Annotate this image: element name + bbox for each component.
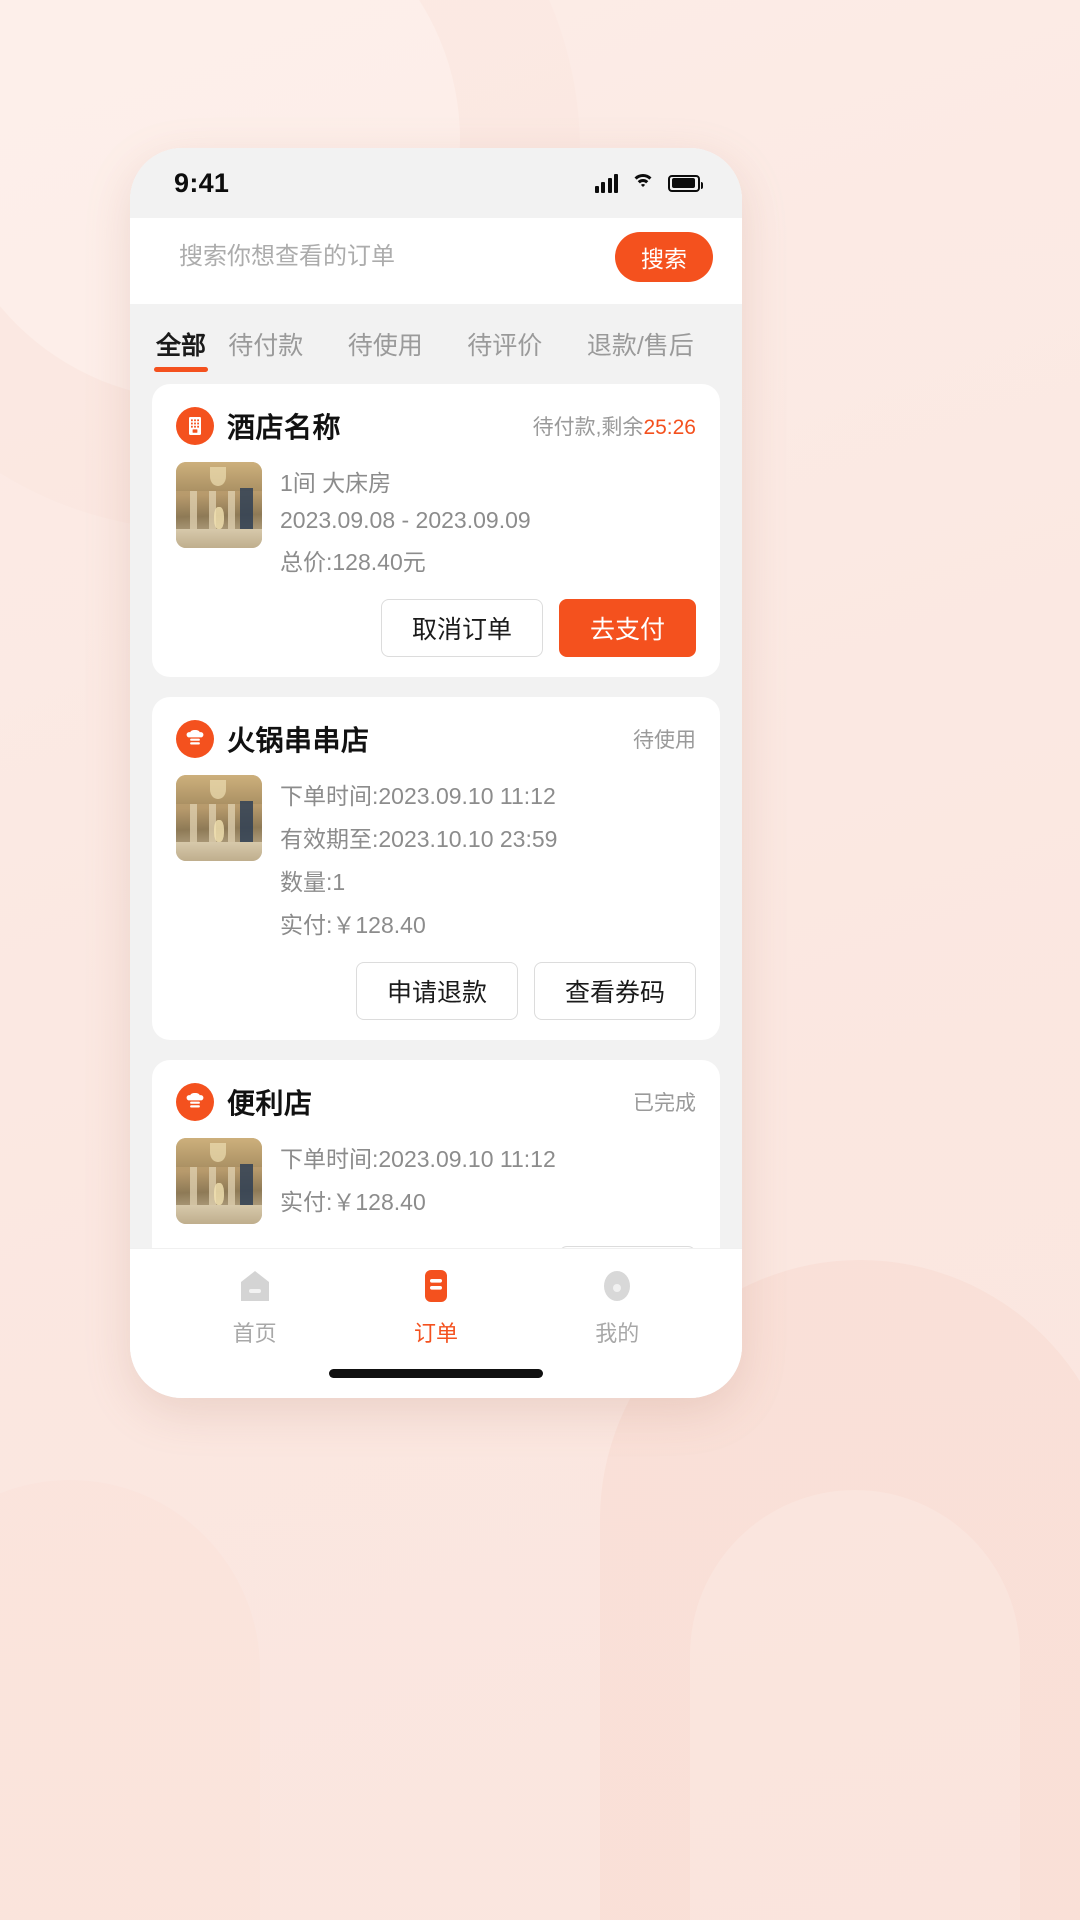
- nav-label-home: 首页: [232, 1321, 277, 1346]
- view-coupon-code-button[interactable]: 查看券码: [533, 962, 696, 1020]
- search-bar: 搜索: [130, 218, 742, 304]
- shop-name: 便利店: [227, 1088, 313, 1119]
- shop-name: 火锅串串店: [227, 725, 370, 756]
- order-countdown: 25:26: [643, 416, 696, 439]
- order-card-header: 酒店名称 待付款,剩余25:26: [176, 406, 696, 446]
- tab-unpaid[interactable]: 待付款: [206, 320, 326, 374]
- signal-bars-icon: [594, 173, 618, 193]
- order-card[interactable]: 酒店名称 待付款,剩余25:26 1间 大床房 2023.09.08 - 202…: [152, 384, 720, 677]
- nav-label-profile: 我的: [595, 1321, 640, 1346]
- order-list-icon: [415, 1265, 457, 1307]
- chef-hat-icon: [176, 720, 214, 758]
- app-screen: 9:41 搜索 全部 待付款 待使用 待评价 退款/售后: [130, 148, 742, 1398]
- order-detail-lines: 下单时间:2023.09.10 11:12 实付:￥128.40: [280, 1138, 556, 1224]
- order-card[interactable]: 火锅串串店 待使用 下单时间:2023.09.10 11:12 有效期至:202…: [152, 697, 720, 1040]
- hotel-lobby-thumbnail: [176, 775, 262, 861]
- order-status: 待使用: [633, 729, 696, 752]
- order-detail-line: 2023.09.08 - 2023.09.09: [280, 507, 531, 533]
- chef-hat-icon: [176, 1083, 214, 1121]
- order-status: 待付款,剩余25:26: [533, 411, 696, 441]
- order-detail-lines: 1间 大床房 2023.09.08 - 2023.09.09 总价:128.40…: [280, 462, 531, 577]
- order-card[interactable]: 便利店 已完成 下单时间:2023.09.10 11:12 实付:￥128.40: [152, 1060, 720, 1248]
- tab-unused[interactable]: 待使用: [326, 320, 446, 374]
- order-card-body: 下单时间:2023.09.10 11:12 有效期至:2023.10.10 23…: [176, 769, 696, 940]
- profile-icon: [596, 1265, 638, 1307]
- search-button[interactable]: 搜索: [615, 232, 713, 282]
- order-detail-line: 实付:￥128.40: [280, 912, 426, 938]
- home-icon: [234, 1265, 276, 1307]
- nav-item-profile[interactable]: 我的: [557, 1265, 677, 1348]
- order-detail-line: 总价:128.40元: [280, 549, 426, 575]
- search-input[interactable]: [173, 243, 615, 271]
- order-detail-line: 有效期至:2023.10.10 23:59: [280, 826, 558, 852]
- order-card-actions: 申请退款 查看券码: [176, 962, 696, 1020]
- home-indicator: [130, 1348, 742, 1398]
- phone-frame: 9:41 搜索 全部 待付款 待使用 待评价 退款/售后: [130, 148, 742, 1398]
- search-field-wrapper: 搜索: [152, 226, 720, 288]
- hotel-lobby-thumbnail: [176, 1138, 262, 1224]
- status-bar: 9:41: [130, 148, 742, 218]
- hotel-lobby-thumbnail: [176, 462, 262, 548]
- order-detail-line: 实付:￥128.40: [280, 1189, 426, 1215]
- order-card-body: 下单时间:2023.09.10 11:12 实付:￥128.40: [176, 1132, 696, 1224]
- shop-name: 酒店名称: [227, 412, 342, 443]
- hotel-building-icon: [176, 407, 214, 445]
- tab-all[interactable]: 全部: [156, 320, 206, 374]
- order-detail-line: 数量:1: [280, 869, 346, 895]
- order-status: 已完成: [633, 1092, 696, 1115]
- tab-pending-review[interactable]: 待评价: [445, 320, 565, 374]
- cancel-order-button[interactable]: 取消订单: [380, 599, 543, 657]
- order-filter-tabs: 全部 待付款 待使用 待评价 退款/售后: [130, 304, 742, 384]
- order-card-header: 便利店 已完成: [176, 1082, 696, 1122]
- order-list[interactable]: 酒店名称 待付款,剩余25:26 1间 大床房 2023.09.08 - 202…: [130, 384, 742, 1248]
- order-detail-lines: 下单时间:2023.09.10 11:12 有效期至:2023.10.10 23…: [280, 775, 557, 940]
- order-detail-line: 1间 大床房: [280, 470, 392, 496]
- status-bar-time: 9:41: [174, 167, 230, 198]
- nav-item-orders[interactable]: 订单: [376, 1265, 496, 1348]
- status-bar-icons: [594, 173, 703, 193]
- nav-label-orders: 订单: [413, 1321, 458, 1346]
- order-card-actions: 取消订单 去支付: [176, 599, 696, 657]
- wifi-icon: [631, 174, 655, 192]
- order-status-prefix: 待付款,剩余: [532, 416, 644, 439]
- order-detail-line: 下单时间:2023.09.10 11:12: [280, 1146, 556, 1172]
- bottom-navigation: 首页 订单 我的: [130, 1248, 742, 1348]
- tab-refund-aftersale[interactable]: 退款/售后: [565, 320, 716, 374]
- order-card-header: 火锅串串店 待使用: [176, 719, 696, 759]
- apply-refund-button[interactable]: 申请退款: [355, 962, 518, 1020]
- battery-icon: [668, 174, 703, 192]
- order-detail-line: 下单时间:2023.09.10 11:12: [280, 783, 556, 809]
- nav-item-home[interactable]: 首页: [195, 1265, 315, 1348]
- pay-now-button[interactable]: 去支付: [558, 599, 696, 657]
- order-card-body: 1间 大床房 2023.09.08 - 2023.09.09 总价:128.40…: [176, 456, 696, 577]
